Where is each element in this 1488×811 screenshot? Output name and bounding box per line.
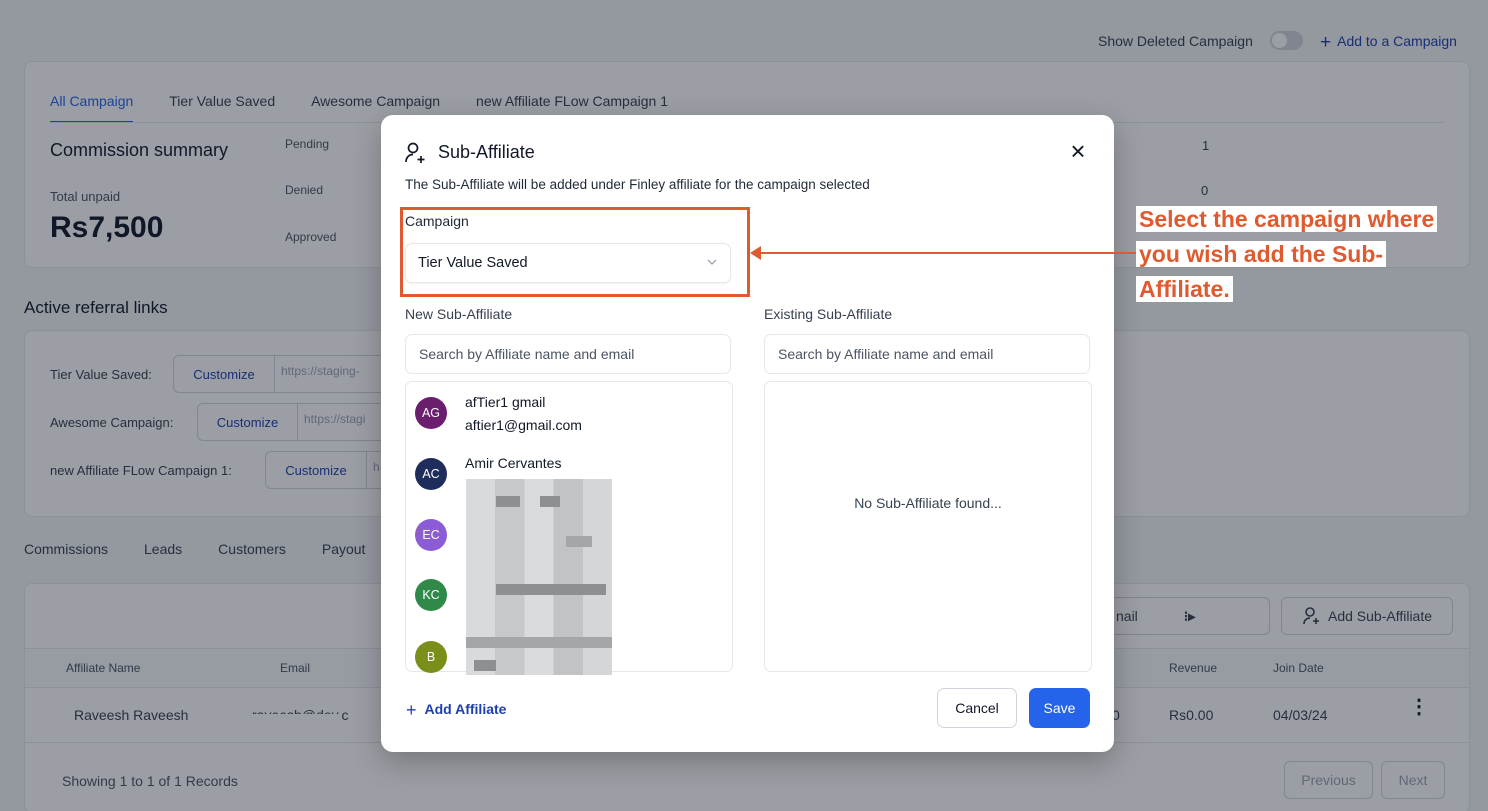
- close-icon[interactable]: ×: [1066, 138, 1090, 164]
- callout-line: you wish add the Sub-: [1136, 241, 1387, 267]
- no-sub-affiliate-message: No Sub-Affiliate found...: [854, 495, 1002, 511]
- avatar[interactable]: KC: [415, 579, 447, 611]
- existing-affiliate-list: [764, 381, 1092, 672]
- avatar[interactable]: AC: [415, 458, 447, 490]
- cancel-button[interactable]: Cancel: [937, 688, 1017, 728]
- plus-icon: +: [406, 700, 417, 720]
- annotation-arrow-head: [750, 246, 761, 260]
- modal-description: The Sub-Affiliate will be added under Fi…: [405, 177, 870, 192]
- existing-sub-affiliate-label: Existing Sub-Affiliate: [764, 306, 893, 322]
- campaign-highlight-box: [400, 207, 750, 297]
- add-affiliate-link[interactable]: + Add Affiliate: [406, 700, 506, 721]
- new-sub-affiliate-label: New Sub-Affiliate: [405, 306, 513, 322]
- avatar[interactable]: B: [415, 641, 447, 673]
- annotation-callout: Select the campaign where you wish add t…: [1136, 202, 1466, 307]
- user-add-icon: [405, 142, 425, 163]
- affiliate-name[interactable]: afTier1 gmail: [465, 394, 545, 410]
- new-affiliate-search-input[interactable]: [405, 334, 731, 374]
- callout-line: Affiliate.: [1136, 276, 1233, 302]
- annotation-arrow-line: [758, 252, 1138, 254]
- affiliate-name[interactable]: Amir Cervantes: [465, 455, 561, 471]
- modal-title: Sub-Affiliate: [438, 142, 535, 162]
- add-affiliate-label: Add Affiliate: [424, 701, 507, 717]
- save-button[interactable]: Save: [1029, 688, 1090, 728]
- affiliate-email: aftier1@gmail.com: [465, 417, 582, 433]
- avatar[interactable]: EC: [415, 519, 447, 551]
- avatar[interactable]: AG: [415, 397, 447, 429]
- existing-affiliate-search-input[interactable]: [764, 334, 1090, 374]
- pixelated-redaction: [466, 479, 612, 675]
- callout-line: Select the campaign where: [1136, 206, 1438, 232]
